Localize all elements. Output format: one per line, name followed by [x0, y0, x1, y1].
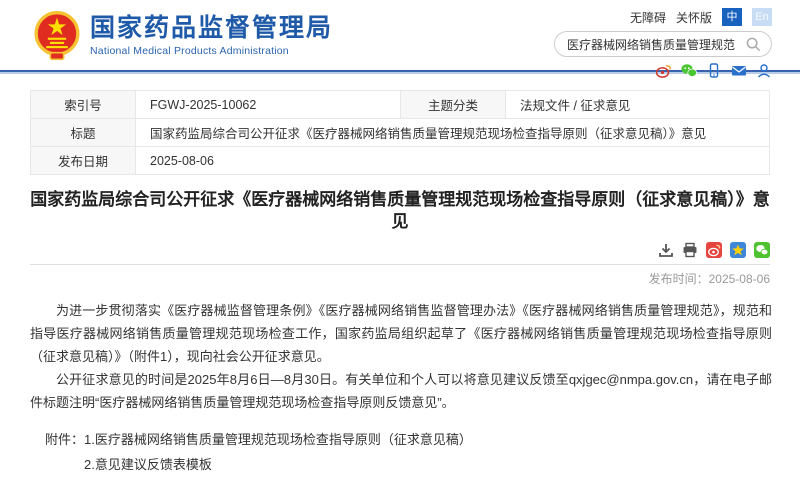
site-header: 国家药品监督管理局 National Medical Products Admi… [0, 0, 800, 70]
mobile-icon[interactable] [706, 63, 722, 78]
search-box [554, 31, 772, 57]
search-icon[interactable] [746, 37, 761, 52]
attachments-label: 附件： [45, 427, 84, 477]
lang-chinese-button[interactable]: 中 [722, 8, 742, 26]
social-icon-row [656, 63, 772, 78]
table-row: 索引号 FGWJ-2025-10062 主题分类 法规文件 / 征求意见 [31, 91, 770, 119]
share-weibo-icon[interactable] [706, 242, 722, 258]
site-logo-link[interactable]: 国家药品监督管理局 National Medical Products Admi… [32, 10, 333, 62]
meta-value-title: 国家药监局综合司公开征求《医疗器械网络销售质量管理规范现场检查指导原则（征求意见… [136, 119, 770, 147]
attachments-section: 附件： 1.医疗器械网络销售质量管理规范现场检查指导原则（征求意见稿） 2.意见… [45, 427, 770, 477]
table-row: 发布日期 2025-08-06 [31, 147, 770, 175]
favorite-icon[interactable] [730, 242, 746, 258]
agency-name-cn: 国家药品监督管理局 [90, 15, 333, 43]
article-title: 国家药监局综合司公开征求《医疗器械网络销售质量管理规范现场检查指导原则（征求意见… [30, 189, 770, 233]
share-wechat-icon[interactable] [754, 242, 770, 258]
print-icon[interactable] [682, 242, 698, 258]
brand-text: 国家药品监督管理局 National Medical Products Admi… [90, 15, 333, 57]
meta-value-index-number: FGWJ-2025-10062 [136, 91, 401, 119]
agency-name-en: National Medical Products Administration [90, 45, 333, 57]
title-divider [30, 264, 770, 265]
mail-icon[interactable] [731, 63, 747, 78]
meta-label-index-number: 索引号 [31, 91, 136, 119]
meta-value-publish-date: 2025-08-06 [136, 147, 770, 175]
meta-value-subject-category: 法规文件 / 征求意见 [506, 91, 770, 119]
article-toolbar [30, 242, 770, 258]
national-emblem-icon [32, 10, 82, 62]
attachment-link-2[interactable]: 2.意见建议反馈表模板 [84, 452, 472, 477]
article-body: 为进一步贯彻落实《医疗器械监督管理条例》《医疗器械网络销售监督管理办法》《医疗器… [30, 299, 772, 414]
top-links: 无障碍 关怀版 中 En [630, 8, 772, 26]
meta-label-title: 标题 [31, 119, 136, 147]
user-icon[interactable] [756, 63, 772, 78]
search-input[interactable] [567, 37, 746, 51]
paragraph-intro: 为进一步贯彻落实《医疗器械监督管理条例》《医疗器械网络销售监督管理办法》《医疗器… [30, 299, 772, 368]
care-version-link[interactable]: 关怀版 [676, 9, 712, 26]
nmpa-webpage: 国家药品监督管理局 National Medical Products Admi… [0, 0, 800, 434]
weibo-icon[interactable] [656, 63, 672, 78]
publish-time: 发布时间：2025-08-06 [30, 270, 770, 287]
attachment-link-1[interactable]: 1.医疗器械网络销售质量管理规范现场检查指导原则（征求意见稿） [84, 427, 472, 452]
accessibility-link[interactable]: 无障碍 [630, 9, 666, 26]
wechat-icon[interactable] [681, 63, 697, 78]
document-meta-table: 索引号 FGWJ-2025-10062 主题分类 法规文件 / 征求意见 标题 … [30, 90, 770, 175]
attachments-list: 1.医疗器械网络销售质量管理规范现场检查指导原则（征求意见稿） 2.意见建议反馈… [84, 427, 472, 477]
paragraph-feedback: 公开征求意见的时间是2025年8月6日—8月30日。有关单位和个人可以将意见建议… [30, 368, 772, 414]
header-right: 无障碍 关怀版 中 En [554, 6, 772, 78]
meta-label-subject-category: 主题分类 [401, 91, 506, 119]
lang-english-button[interactable]: En [752, 8, 772, 26]
article-main: 索引号 FGWJ-2025-10062 主题分类 法规文件 / 征求意见 标题 … [0, 90, 800, 477]
download-icon[interactable] [658, 242, 674, 258]
meta-label-publish-date: 发布日期 [31, 147, 136, 175]
table-row: 标题 国家药监局综合司公开征求《医疗器械网络销售质量管理规范现场检查指导原则（征… [31, 119, 770, 147]
